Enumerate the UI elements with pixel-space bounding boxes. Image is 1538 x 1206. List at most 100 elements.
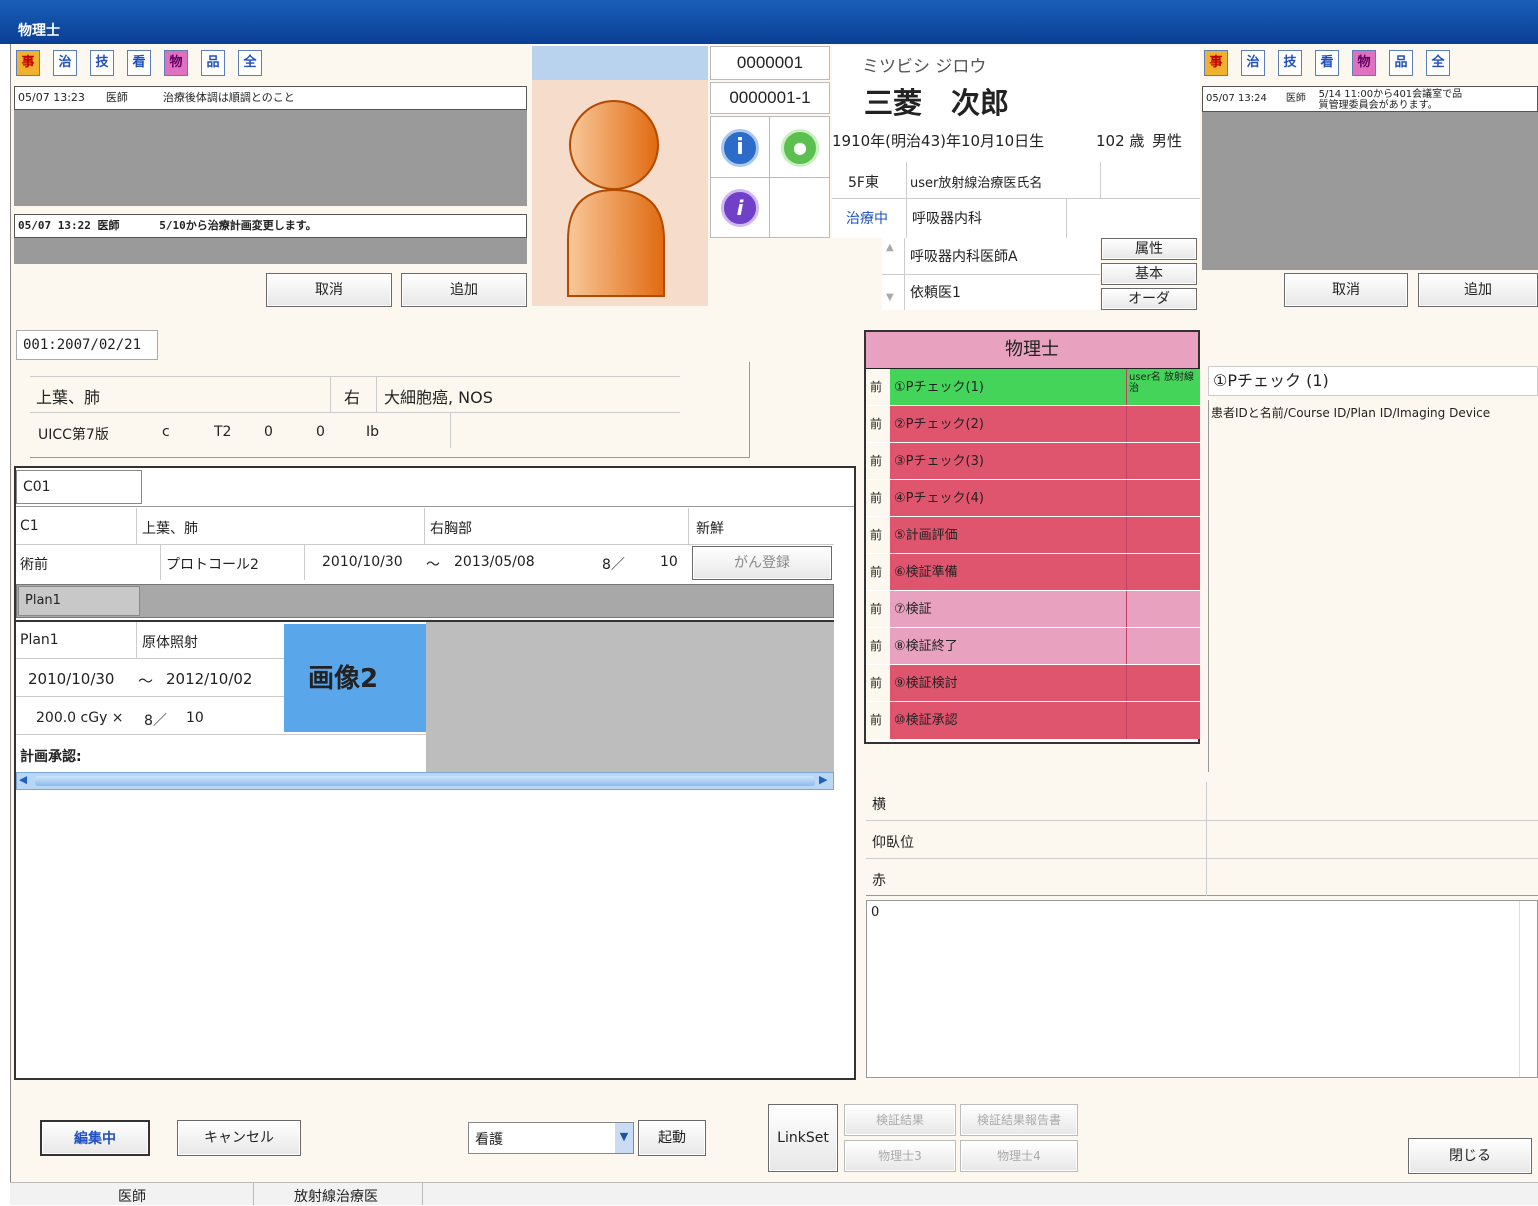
status-bar: 医師 放射線治療医 (10, 1182, 1538, 1205)
diagnosis-panel: 上葉、肺 右 大細胞癌, NOS UICC第7版 c T2 0 0 Ib (30, 362, 750, 458)
scroll-right-icon[interactable]: ▶ (819, 773, 827, 786)
category-button[interactable]: 看 (1315, 50, 1339, 76)
memo-date: 05/07 13:23 (18, 91, 85, 104)
patient-sex: 男性 (1152, 132, 1183, 150)
category-button[interactable]: 事 (16, 50, 40, 76)
workflow-row[interactable]: 前 ③Pチェック(3) (866, 442, 1200, 480)
tnm-n: 0 (264, 424, 273, 440)
workflow-step-assignee: user名 放射線治 (1126, 369, 1200, 406)
workflow-row[interactable]: 前 ⑥検証準備 (866, 553, 1200, 591)
workflow-step-label: ②Pチェック(2) (890, 406, 1126, 443)
plan-image-button[interactable]: 画像2 (284, 624, 426, 732)
tab-diagnosis[interactable]: 001:2007/02/21 (16, 330, 158, 360)
pen-icon[interactable]: i (721, 189, 759, 227)
plan-dose: 200.0 cGy × (36, 710, 124, 726)
memo-body-bottom (14, 238, 527, 264)
workflow-row[interactable]: 前 ⑧検証終了 (866, 627, 1200, 665)
workflow-phase: 前 (866, 517, 890, 554)
memo-entry-bottom[interactable]: 05/07 13:22 医師 5/10から治療計画変更します。 (14, 214, 527, 238)
mode-select[interactable]: 看護 ▼ (468, 1122, 634, 1154)
right-memo-entry[interactable]: 05/07 13:24 医師 5/14 11:00から401会議室で品質管理委員… (1202, 86, 1538, 112)
horizontal-scrollbar[interactable]: ◀ ▶ (16, 772, 834, 790)
right-memo-add-button[interactable]: 追加 (1418, 273, 1538, 307)
info-icon[interactable]: i (721, 129, 759, 167)
category-button[interactable]: 品 (201, 50, 225, 76)
param-direction: 横 (872, 797, 886, 813)
category-button[interactable]: 全 (1426, 50, 1450, 76)
plan-tilde: ～ (138, 672, 154, 690)
category-button[interactable]: 物 (164, 50, 188, 76)
category-button[interactable]: 技 (1278, 50, 1302, 76)
param-position: 仰臥位 (872, 835, 914, 851)
scroll-down-icon[interactable]: ▼ (886, 292, 894, 303)
workflow-row[interactable]: 前 ⑤計画評価 (866, 516, 1200, 554)
comment-textarea[interactable]: 0 (866, 900, 1538, 1078)
scroll-up-icon[interactable]: ▲ (886, 242, 894, 253)
workflow-row[interactable]: 前 ⑦検証 (866, 590, 1200, 628)
category-button[interactable]: 治 (53, 50, 77, 76)
workflow-step-assignee (1126, 517, 1200, 554)
launch-button[interactable]: 起動 (638, 1120, 706, 1156)
workflow-step-assignee (1126, 591, 1200, 628)
chevron-down-icon[interactable]: ▼ (615, 1123, 633, 1153)
course-site: 上葉、肺 (142, 521, 198, 537)
category-button[interactable]: 治 (1241, 50, 1265, 76)
tab-course[interactable]: C01 (16, 470, 142, 504)
memo-text: 治療後体調は順調とのこと (162, 91, 295, 104)
workflow-step-assignee (1126, 702, 1200, 739)
category-button[interactable]: 全 (238, 50, 262, 76)
eye-icon[interactable]: ● (781, 129, 819, 167)
plan-image-area (426, 622, 834, 774)
attribute-button[interactable]: 属性 (1101, 238, 1197, 260)
workflow-row[interactable]: 前 ①Pチェック(1) user名 放射線治 (866, 368, 1200, 406)
basic-button[interactable]: 基本 (1101, 263, 1197, 285)
workflow-step-assignee (1126, 480, 1200, 517)
physicist4-button[interactable]: 物理士4 (960, 1140, 1078, 1172)
category-button[interactable]: 品 (1389, 50, 1413, 76)
memo-author: 医師 (1285, 93, 1306, 104)
workflow-row[interactable]: 前 ②Pチェック(2) (866, 405, 1200, 443)
category-button[interactable]: 事 (1204, 50, 1228, 76)
course-total: 10 (660, 554, 678, 570)
verification-report-button[interactable]: 検証結果報告書 (960, 1104, 1078, 1136)
plan-method: 原体照射 (142, 635, 198, 651)
patient-kana: ミツビシ ジロウ (862, 57, 987, 77)
doctor-info: ▲ ▼ 呼吸器内科医師A 依頼医1 (882, 238, 1100, 310)
plan-approval: 計画承認: (20, 749, 82, 765)
cancel-button[interactable]: キャンセル (177, 1120, 301, 1156)
linkset-button[interactable]: LinkSet (768, 1104, 838, 1172)
scroll-thumb[interactable] (35, 776, 815, 786)
workflow-phase: 前 (866, 480, 890, 517)
comment-scrollbar[interactable] (1519, 901, 1537, 1077)
category-button[interactable]: 看 (127, 50, 151, 76)
workflow-phase: 前 (866, 554, 890, 591)
course-id: C1 (20, 518, 39, 534)
physicist3-button[interactable]: 物理士3 (844, 1140, 956, 1172)
editing-button[interactable]: 編集中 (40, 1120, 150, 1156)
diagnosis-side: 右 (344, 388, 361, 407)
tab-plan[interactable]: Plan1 (18, 586, 140, 616)
workflow-row[interactable]: 前 ⑩検証承認 (866, 701, 1200, 739)
order-button[interactable]: オーダ (1101, 288, 1197, 310)
close-button[interactable]: 閉じる (1408, 1138, 1532, 1174)
right-memo-cancel-button[interactable]: 取消 (1284, 273, 1408, 307)
cancer-registration-button[interactable]: がん登録 (692, 546, 832, 580)
workflow-row[interactable]: 前 ④Pチェック(4) (866, 479, 1200, 517)
course-start: 2010/10/30 (322, 554, 403, 570)
scroll-left-icon[interactable]: ◀ (19, 773, 27, 786)
verification-result-button[interactable]: 検証結果 (844, 1104, 956, 1136)
course-fraction: 8／ (602, 557, 625, 573)
memo-entry-top[interactable]: 05/07 13:23 医師 治療後体調は順調とのこと (14, 86, 527, 110)
workflow-panel: 物理士 前 ①Pチェック(1) user名 放射線治前 ②Pチェック(2) 前 ③Pチェッ… (864, 330, 1200, 744)
workflow-row[interactable]: 前 ⑨検証検討 (866, 664, 1200, 702)
memo-add-button[interactable]: 追加 (401, 273, 527, 307)
detail-title: ①Pチェック (1) (1208, 366, 1538, 396)
course-type: 新鮮 (696, 521, 724, 537)
workflow-step-label: ⑨検証検討 (890, 665, 1126, 702)
memo-cancel-button[interactable]: 取消 (266, 273, 392, 307)
patient-icons: i ● i (710, 116, 830, 238)
course-timing: 術前 (20, 557, 48, 573)
category-button[interactable]: 技 (90, 50, 114, 76)
workflow-step-assignee (1126, 443, 1200, 480)
category-button[interactable]: 物 (1352, 50, 1376, 76)
